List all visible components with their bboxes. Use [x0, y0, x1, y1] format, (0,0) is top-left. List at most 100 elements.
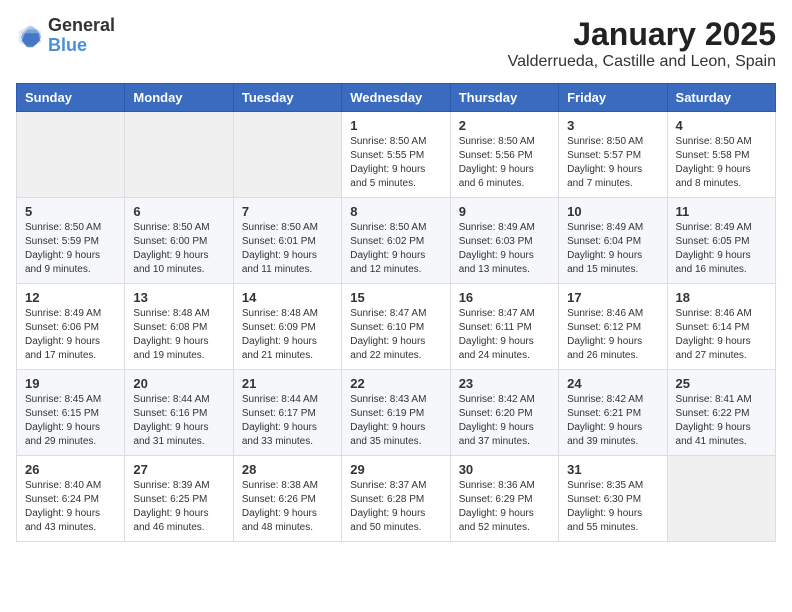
day-number: 27 — [133, 462, 224, 477]
calendar-cell — [17, 112, 125, 198]
calendar-cell: 10 Sunrise: 8:49 AM Sunset: 6:04 PM Dayli… — [559, 198, 667, 284]
weekday-header: Friday — [559, 84, 667, 112]
day-info: Sunrise: 8:49 AM Sunset: 6:03 PM Dayligh… — [459, 221, 550, 277]
day-info: Sunrise: 8:50 AM Sunset: 6:02 PM Dayligh… — [350, 221, 441, 277]
calendar-cell — [233, 112, 341, 198]
day-info: Sunrise: 8:41 AM Sunset: 6:22 PM Dayligh… — [676, 393, 767, 449]
weekday-header: Monday — [125, 84, 233, 112]
day-info: Sunrise: 8:36 AM Sunset: 6:29 PM Dayligh… — [459, 479, 550, 535]
day-info: Sunrise: 8:49 AM Sunset: 6:05 PM Dayligh… — [676, 221, 767, 277]
day-number: 21 — [242, 376, 333, 391]
day-number: 18 — [676, 290, 767, 305]
day-number: 6 — [133, 204, 224, 219]
calendar-cell: 5 Sunrise: 8:50 AM Sunset: 5:59 PM Daylig… — [17, 198, 125, 284]
weekday-header: Wednesday — [342, 84, 450, 112]
calendar-cell: 2Sunrise: 8:50 AM Sunset: 5:56 PM Daylig… — [450, 112, 558, 198]
day-number: 3 — [567, 118, 658, 133]
calendar-cell: 27 Sunrise: 8:39 AM Sunset: 6:25 PM Dayli… — [125, 456, 233, 542]
calendar-cell: 28Sunrise: 8:38 AM Sunset: 6:26 PM Dayli… — [233, 456, 341, 542]
day-info: Sunrise: 8:39 AM Sunset: 6:25 PM Dayligh… — [133, 479, 224, 535]
day-number: 20 — [133, 376, 224, 391]
day-info: Sunrise: 8:50 AM Sunset: 6:00 PM Dayligh… — [133, 221, 224, 277]
logo: General Blue — [16, 16, 115, 56]
calendar-cell: 22 Sunrise: 8:43 AM Sunset: 6:19 PM Dayli… — [342, 370, 450, 456]
day-number: 10 — [567, 204, 658, 219]
calendar-cell: 20 Sunrise: 8:44 AM Sunset: 6:16 PM Dayli… — [125, 370, 233, 456]
weekday-header: Sunday — [17, 84, 125, 112]
calendar-title: January 2025 — [508, 16, 776, 53]
day-info: Sunrise: 8:50 AM Sunset: 5:57 PM Dayligh… — [567, 135, 658, 191]
day-number: 17 — [567, 290, 658, 305]
calendar-cell: 7 Sunrise: 8:50 AM Sunset: 6:01 PM Daylig… — [233, 198, 341, 284]
logo-line2: Blue — [48, 36, 115, 56]
day-number: 19 — [25, 376, 116, 391]
day-number: 15 — [350, 290, 441, 305]
calendar-cell: 6 Sunrise: 8:50 AM Sunset: 6:00 PM Daylig… — [125, 198, 233, 284]
day-number: 13 — [133, 290, 224, 305]
title-block: January 2025 Valderrueda, Castille and L… — [508, 16, 776, 71]
day-info: Sunrise: 8:50 AM Sunset: 5:55 PM Dayligh… — [350, 135, 441, 191]
day-info: Sunrise: 8:49 AM Sunset: 6:06 PM Dayligh… — [25, 307, 116, 363]
calendar-cell: 4 Sunrise: 8:50 AM Sunset: 5:58 PM Daylig… — [667, 112, 775, 198]
weekday-header: Thursday — [450, 84, 558, 112]
day-info: Sunrise: 8:37 AM Sunset: 6:28 PM Dayligh… — [350, 479, 441, 535]
day-number: 9 — [459, 204, 550, 219]
calendar-week-row: 19 Sunrise: 8:45 AM Sunset: 6:15 PM Dayli… — [17, 370, 776, 456]
calendar-week-row: 26 Sunrise: 8:40 AM Sunset: 6:24 PM Dayli… — [17, 456, 776, 542]
day-number: 8 — [350, 204, 441, 219]
day-info: Sunrise: 8:44 AM Sunset: 6:17 PM Dayligh… — [242, 393, 333, 449]
day-info: Sunrise: 8:48 AM Sunset: 6:08 PM Dayligh… — [133, 307, 224, 363]
day-info: Sunrise: 8:35 AM Sunset: 6:30 PM Dayligh… — [567, 479, 658, 535]
day-number: 25 — [676, 376, 767, 391]
day-number: 22 — [350, 376, 441, 391]
calendar-cell: 21 Sunrise: 8:44 AM Sunset: 6:17 PM Dayli… — [233, 370, 341, 456]
calendar-cell: 12 Sunrise: 8:49 AM Sunset: 6:06 PM Dayli… — [17, 284, 125, 370]
calendar-week-row: 12 Sunrise: 8:49 AM Sunset: 6:06 PM Dayli… — [17, 284, 776, 370]
calendar-cell: 19 Sunrise: 8:45 AM Sunset: 6:15 PM Dayli… — [17, 370, 125, 456]
day-number: 5 — [25, 204, 116, 219]
day-info: Sunrise: 8:45 AM Sunset: 6:15 PM Dayligh… — [25, 393, 116, 449]
calendar-cell: 30Sunrise: 8:36 AM Sunset: 6:29 PM Dayli… — [450, 456, 558, 542]
day-info: Sunrise: 8:42 AM Sunset: 6:21 PM Dayligh… — [567, 393, 658, 449]
calendar-cell: 25 Sunrise: 8:41 AM Sunset: 6:22 PM Dayli… — [667, 370, 775, 456]
day-number: 16 — [459, 290, 550, 305]
calendar-cell: 26 Sunrise: 8:40 AM Sunset: 6:24 PM Dayli… — [17, 456, 125, 542]
day-info: Sunrise: 8:50 AM Sunset: 5:58 PM Dayligh… — [676, 135, 767, 191]
day-number: 24 — [567, 376, 658, 391]
logo-icon — [16, 22, 44, 50]
day-info: Sunrise: 8:42 AM Sunset: 6:20 PM Dayligh… — [459, 393, 550, 449]
day-info: Sunrise: 8:46 AM Sunset: 6:14 PM Dayligh… — [676, 307, 767, 363]
day-number: 2 — [459, 118, 550, 133]
day-number: 14 — [242, 290, 333, 305]
day-info: Sunrise: 8:48 AM Sunset: 6:09 PM Dayligh… — [242, 307, 333, 363]
day-number: 12 — [25, 290, 116, 305]
calendar-cell: 3 Sunrise: 8:50 AM Sunset: 5:57 PM Daylig… — [559, 112, 667, 198]
calendar-subtitle: Valderrueda, Castille and Leon, Spain — [508, 53, 776, 71]
day-number: 26 — [25, 462, 116, 477]
calendar-cell — [125, 112, 233, 198]
day-info: Sunrise: 8:49 AM Sunset: 6:04 PM Dayligh… — [567, 221, 658, 277]
logo-text: General Blue — [48, 16, 115, 56]
day-number: 1 — [350, 118, 441, 133]
weekday-header: Tuesday — [233, 84, 341, 112]
day-info: Sunrise: 8:44 AM Sunset: 6:16 PM Dayligh… — [133, 393, 224, 449]
calendar-cell: 24 Sunrise: 8:42 AM Sunset: 6:21 PM Dayli… — [559, 370, 667, 456]
day-number: 7 — [242, 204, 333, 219]
day-info: Sunrise: 8:50 AM Sunset: 6:01 PM Dayligh… — [242, 221, 333, 277]
weekday-header-row: SundayMondayTuesdayWednesdayThursdayFrid… — [17, 84, 776, 112]
calendar-table: SundayMondayTuesdayWednesdayThursdayFrid… — [16, 83, 776, 542]
calendar-cell: 14 Sunrise: 8:48 AM Sunset: 6:09 PM Dayli… — [233, 284, 341, 370]
day-number: 31 — [567, 462, 658, 477]
day-number: 4 — [676, 118, 767, 133]
day-info: Sunrise: 8:47 AM Sunset: 6:10 PM Dayligh… — [350, 307, 441, 363]
calendar-cell: 8 Sunrise: 8:50 AM Sunset: 6:02 PM Daylig… — [342, 198, 450, 284]
calendar-cell: 18 Sunrise: 8:46 AM Sunset: 6:14 PM Dayli… — [667, 284, 775, 370]
day-info: Sunrise: 8:43 AM Sunset: 6:19 PM Dayligh… — [350, 393, 441, 449]
day-info: Sunrise: 8:50 AM Sunset: 5:59 PM Dayligh… — [25, 221, 116, 277]
calendar-cell: 9 Sunrise: 8:49 AM Sunset: 6:03 PM Daylig… — [450, 198, 558, 284]
calendar-cell: 16Sunrise: 8:47 AM Sunset: 6:11 PM Dayli… — [450, 284, 558, 370]
day-info: Sunrise: 8:40 AM Sunset: 6:24 PM Dayligh… — [25, 479, 116, 535]
calendar-cell: 29Sunrise: 8:37 AM Sunset: 6:28 PM Dayli… — [342, 456, 450, 542]
day-info: Sunrise: 8:46 AM Sunset: 6:12 PM Dayligh… — [567, 307, 658, 363]
calendar-cell: 15 Sunrise: 8:47 AM Sunset: 6:10 PM Dayli… — [342, 284, 450, 370]
